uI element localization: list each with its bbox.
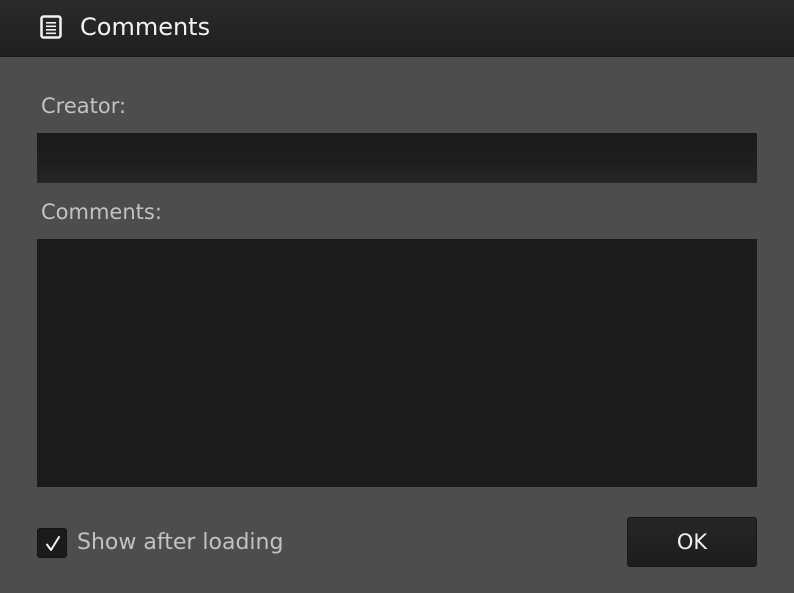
comments-dialog: Comments Creator: Comments: Show after l… [0, 0, 794, 593]
creator-label: Creator: [41, 94, 127, 118]
creator-input[interactable] [37, 133, 757, 183]
ok-button[interactable]: OK [627, 517, 757, 567]
show-after-loading-label[interactable]: Show after loading [77, 529, 283, 557]
comments-label: Comments: [41, 200, 162, 224]
title-bar: Comments [0, 0, 794, 57]
comments-textarea[interactable] [37, 239, 757, 487]
checkmark-icon [46, 536, 60, 551]
dialog-title: Comments [80, 13, 211, 41]
document-icon [40, 15, 62, 39]
show-after-loading-checkbox[interactable] [37, 528, 67, 558]
